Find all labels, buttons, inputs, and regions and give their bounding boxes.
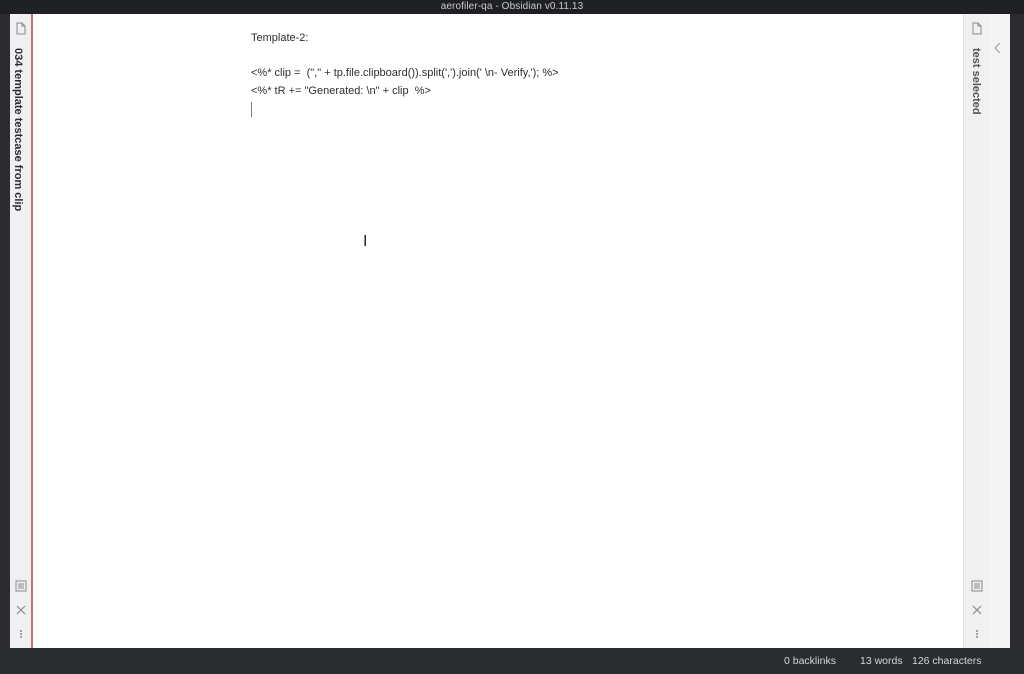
chevron-left-icon[interactable] (994, 42, 1002, 54)
word-count: 13 words (860, 655, 903, 667)
file-icon[interactable] (971, 22, 983, 35)
reading-view-icon[interactable] (15, 580, 27, 592)
right-sidebar-collapsed (989, 14, 1010, 648)
editor[interactable]: Template-2: <%* clip = ("," + tp.file.cl… (33, 14, 975, 648)
right-collapsed-pane[interactable]: test selected (963, 14, 990, 648)
close-icon[interactable] (971, 604, 983, 616)
left-collapsed-pane[interactable]: 034 template testcase from clip (10, 14, 33, 648)
status-bar: 0 backlinks 13 words 126 characters (10, 648, 1010, 673)
window-title: aerofiler-qa - Obsidian v0.11.13 (0, 0, 1024, 14)
text-caret (251, 102, 252, 117)
close-icon[interactable] (15, 604, 27, 616)
file-icon[interactable] (15, 22, 27, 35)
app-window: 034 template testcase from clip Template… (10, 14, 1010, 660)
editor-line[interactable]: <%* tR += "Generated: \n" + clip %> (251, 85, 431, 97)
ibeam-cursor-icon: I (363, 232, 368, 250)
character-count: 126 characters (912, 655, 982, 667)
editor-line[interactable]: <%* clip = ("," + tp.file.clipboard()).s… (251, 67, 559, 79)
right-pane-title[interactable]: test selected (970, 48, 982, 115)
note-title[interactable]: 034 template testcase from clip (12, 48, 24, 211)
more-options-icon[interactable] (971, 628, 983, 640)
backlinks-count[interactable]: 0 backlinks (784, 648, 836, 674)
reading-view-icon[interactable] (971, 580, 983, 592)
editor-line[interactable]: Template-2: (251, 32, 308, 44)
more-options-icon[interactable] (15, 628, 27, 640)
